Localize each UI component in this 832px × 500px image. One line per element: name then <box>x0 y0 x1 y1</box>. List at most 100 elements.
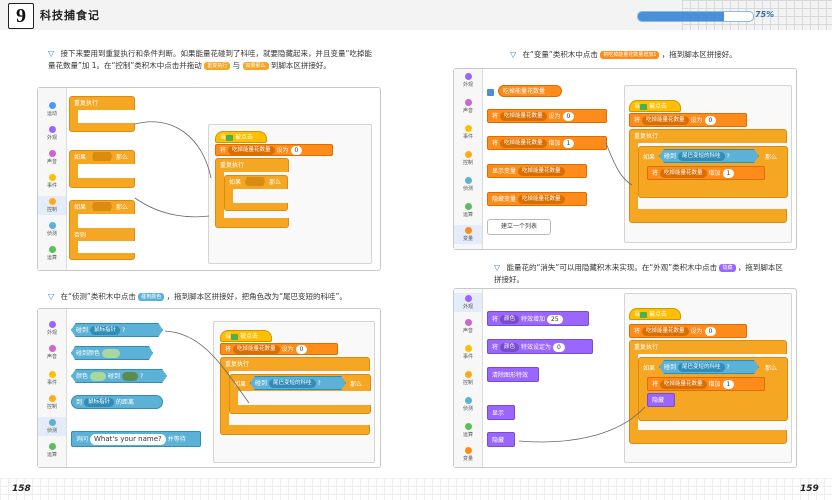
effect-dropdown[interactable]: 颜色 <box>500 315 520 324</box>
hide-variable-block[interactable]: 隐藏变量 吃掉能量花数量 <box>487 192 587 206</box>
set-variable-block[interactable]: 将吃掉能量花数量 设为 0 <box>215 144 333 156</box>
show-variable-block[interactable]: 显示变量 吃掉能量花数量 <box>487 164 587 178</box>
variable-dropdown[interactable]: 吃掉能量花数量 <box>660 380 707 389</box>
category-control[interactable]: 控制 <box>454 151 482 166</box>
value-input[interactable]: 1 <box>722 380 735 389</box>
category-operators[interactable]: 运算 <box>38 443 66 458</box>
category-sound[interactable]: 声音 <box>454 99 482 114</box>
value-input[interactable]: 0 <box>704 327 717 336</box>
distance-target-dropdown[interactable]: 鼠标指针 <box>84 398 115 407</box>
value-input[interactable]: 1 <box>562 139 575 148</box>
ask-text-input[interactable]: What's your name? <box>90 434 166 445</box>
category-looks[interactable]: 外观 <box>454 293 482 312</box>
script-area[interactable]: 当被点击 将吃掉能量花数量 设为 0 重复执行 如果 碰到 尾巴变短的科哇? 那么 将… <box>624 293 792 463</box>
category-operators[interactable]: 运算 <box>38 246 66 261</box>
category-variables[interactable]: 变量 <box>454 225 482 244</box>
category-sensing[interactable]: 侦测 <box>38 417 66 436</box>
change-effect-block[interactable]: 将颜色 特效增加 25 <box>487 311 589 326</box>
touching-block[interactable]: 碰到 尾巴变短的科哇? <box>250 376 346 390</box>
variable-dropdown[interactable]: 吃掉能量花数量 <box>518 167 565 176</box>
if-block[interactable]: 如果 那么 <box>69 150 136 188</box>
make-list-button[interactable]: 建立一个列表 <box>487 219 551 235</box>
category-looks[interactable]: 外观 <box>454 73 482 88</box>
variable-dropdown[interactable]: 吃掉能量花数量 <box>518 195 565 204</box>
change-variable-block[interactable]: 将吃掉能量花数量 增加 1 <box>647 377 765 391</box>
touching-target-dropdown[interactable]: 尾巴变短的科哇 <box>269 379 316 388</box>
touching-target-dropdown[interactable]: 尾巴变短的科哇 <box>678 152 725 161</box>
effect-value-input[interactable]: 0 <box>553 343 565 352</box>
value-input[interactable]: 0 <box>290 146 303 155</box>
set-variable-block[interactable]: 将吃掉能量花数量 设为 0 <box>487 109 607 123</box>
category-events[interactable]: 事件 <box>38 371 66 386</box>
effect-value-input[interactable]: 25 <box>547 315 563 324</box>
set-variable-block[interactable]: 将吃掉能量花数量 设为 0 <box>629 113 747 127</box>
category-label: 事件 <box>462 134 473 140</box>
value-input[interactable]: 0 <box>562 112 575 121</box>
category-operators[interactable]: 运算 <box>454 203 482 218</box>
touching-block[interactable]: 碰到 鼠标指针? <box>71 323 163 337</box>
touching-block[interactable]: 碰到 尾巴变短的科哇? <box>659 360 759 374</box>
variable-dropdown[interactable]: 吃掉能量花数量 <box>228 146 275 155</box>
when-flag-clicked-block[interactable]: 当被点击 <box>629 100 681 112</box>
value-input[interactable]: 1 <box>722 169 735 178</box>
category-operators[interactable]: 运算 <box>454 423 482 438</box>
category-sensing[interactable]: 侦测 <box>454 397 482 412</box>
category-motion[interactable]: 运动 <box>38 102 66 117</box>
forever-block[interactable]: 重复执行 如果 碰到 尾巴变短的科哇? 那么 将吃掉能量花数量 增加 1 隐藏 <box>629 340 788 444</box>
repeat-block[interactable]: 重复执行 <box>69 96 136 132</box>
category-events[interactable]: 事件 <box>454 125 482 140</box>
variable-dropdown[interactable]: 吃掉能量花数量 <box>642 116 689 125</box>
variable-checkbox[interactable] <box>487 89 494 96</box>
color-touching-color-block[interactable]: 颜色 碰到? <box>71 369 167 383</box>
variable-reporter[interactable]: 吃掉能量花数量 <box>498 85 562 97</box>
script-area[interactable]: 当被点击 将吃掉能量花数量 设为 0 重复执行 如果 那么 <box>208 124 372 264</box>
touching-target-dropdown[interactable]: 尾巴变短的科哇 <box>678 363 725 372</box>
category-events[interactable]: 事件 <box>454 345 482 360</box>
change-variable-block[interactable]: 将吃掉能量花数量 增加 1 <box>487 136 607 150</box>
variable-dropdown[interactable]: 吃掉能量花数量 <box>500 112 547 121</box>
variable-dropdown[interactable]: 吃掉能量花数量 <box>500 139 547 148</box>
touching-block[interactable]: 碰到 尾巴变短的科哇? <box>659 149 759 163</box>
variable-dropdown[interactable]: 吃掉能量花数量 <box>660 169 707 178</box>
hide-block[interactable]: 隐藏 <box>647 393 675 407</box>
category-control[interactable]: 控制 <box>454 371 482 386</box>
effect-dropdown[interactable]: 颜色 <box>500 343 520 352</box>
category-control[interactable]: 控制 <box>38 196 66 215</box>
ask-and-wait-block[interactable]: 询问 What's your name? 并等待 <box>71 431 201 447</box>
color-swatch[interactable] <box>102 349 121 358</box>
category-control[interactable]: 控制 <box>38 395 66 410</box>
when-flag-clicked-block[interactable]: 当被点击 <box>215 131 267 143</box>
hide-block[interactable]: 隐藏 <box>487 432 515 447</box>
category-variables[interactable]: 变量 <box>454 447 482 462</box>
touching-target-dropdown[interactable]: 鼠标指针 <box>90 326 121 335</box>
if-block[interactable]: 如果 碰到 尾巴变短的科哇? 那么 将吃掉能量花数量 增加 1 隐藏 <box>638 357 788 421</box>
category-sensing[interactable]: 侦测 <box>38 222 66 237</box>
category-sensing[interactable]: 侦测 <box>454 177 482 192</box>
category-events[interactable]: 事件 <box>38 174 66 189</box>
touching-color-block[interactable]: 碰到颜色 <box>71 346 153 360</box>
show-block[interactable]: 显示 <box>487 405 515 420</box>
script-area[interactable]: 当被点击 将吃掉能量花数量 设为 0 重复执行 如果 碰到 尾巴变短的科哇? 那么 将… <box>624 85 792 243</box>
if-block[interactable]: 如果 碰到 尾巴变短的科哇? 那么 将吃掉能量花数量 增加 1 <box>638 146 788 198</box>
when-flag-clicked-block[interactable]: 当被点击 <box>629 308 681 320</box>
color-swatch[interactable] <box>122 372 139 381</box>
color-swatch[interactable] <box>90 372 107 381</box>
clear-effects-block[interactable]: 清除图形特效 <box>487 367 539 382</box>
category-sound[interactable]: 声音 <box>38 345 66 360</box>
variable-dropdown[interactable]: 吃掉能量花数量 <box>642 327 689 336</box>
category-sound[interactable]: 声音 <box>454 319 482 334</box>
value-input[interactable]: 0 <box>704 116 717 125</box>
category-looks[interactable]: 外观 <box>38 126 66 141</box>
category-looks[interactable]: 外观 <box>38 321 66 336</box>
category-sound[interactable]: 声音 <box>38 150 66 165</box>
forever-block[interactable]: 重复执行 如果 碰到 尾巴变短的科哇? 那么 将吃掉能量花数量 增加 1 <box>629 129 788 223</box>
distance-to-block[interactable]: 到鼠标指针 的距离 <box>71 395 163 409</box>
value-input[interactable]: 0 <box>295 345 308 354</box>
if-else-block[interactable]: 如果 那么 否则 <box>69 200 136 260</box>
if-block[interactable]: 如果 那么 <box>224 175 289 211</box>
category-sidebar: 外观 声音 事件 控制 侦测 运算 <box>38 309 67 467</box>
set-effect-block[interactable]: 将颜色 特效设定为 0 <box>487 339 593 354</box>
forever-block[interactable]: 重复执行 如果 那么 <box>215 158 290 228</box>
change-variable-block[interactable]: 将吃掉能量花数量 增加 1 <box>647 166 765 180</box>
set-variable-block[interactable]: 将吃掉能量花数量 设为 0 <box>629 324 747 338</box>
